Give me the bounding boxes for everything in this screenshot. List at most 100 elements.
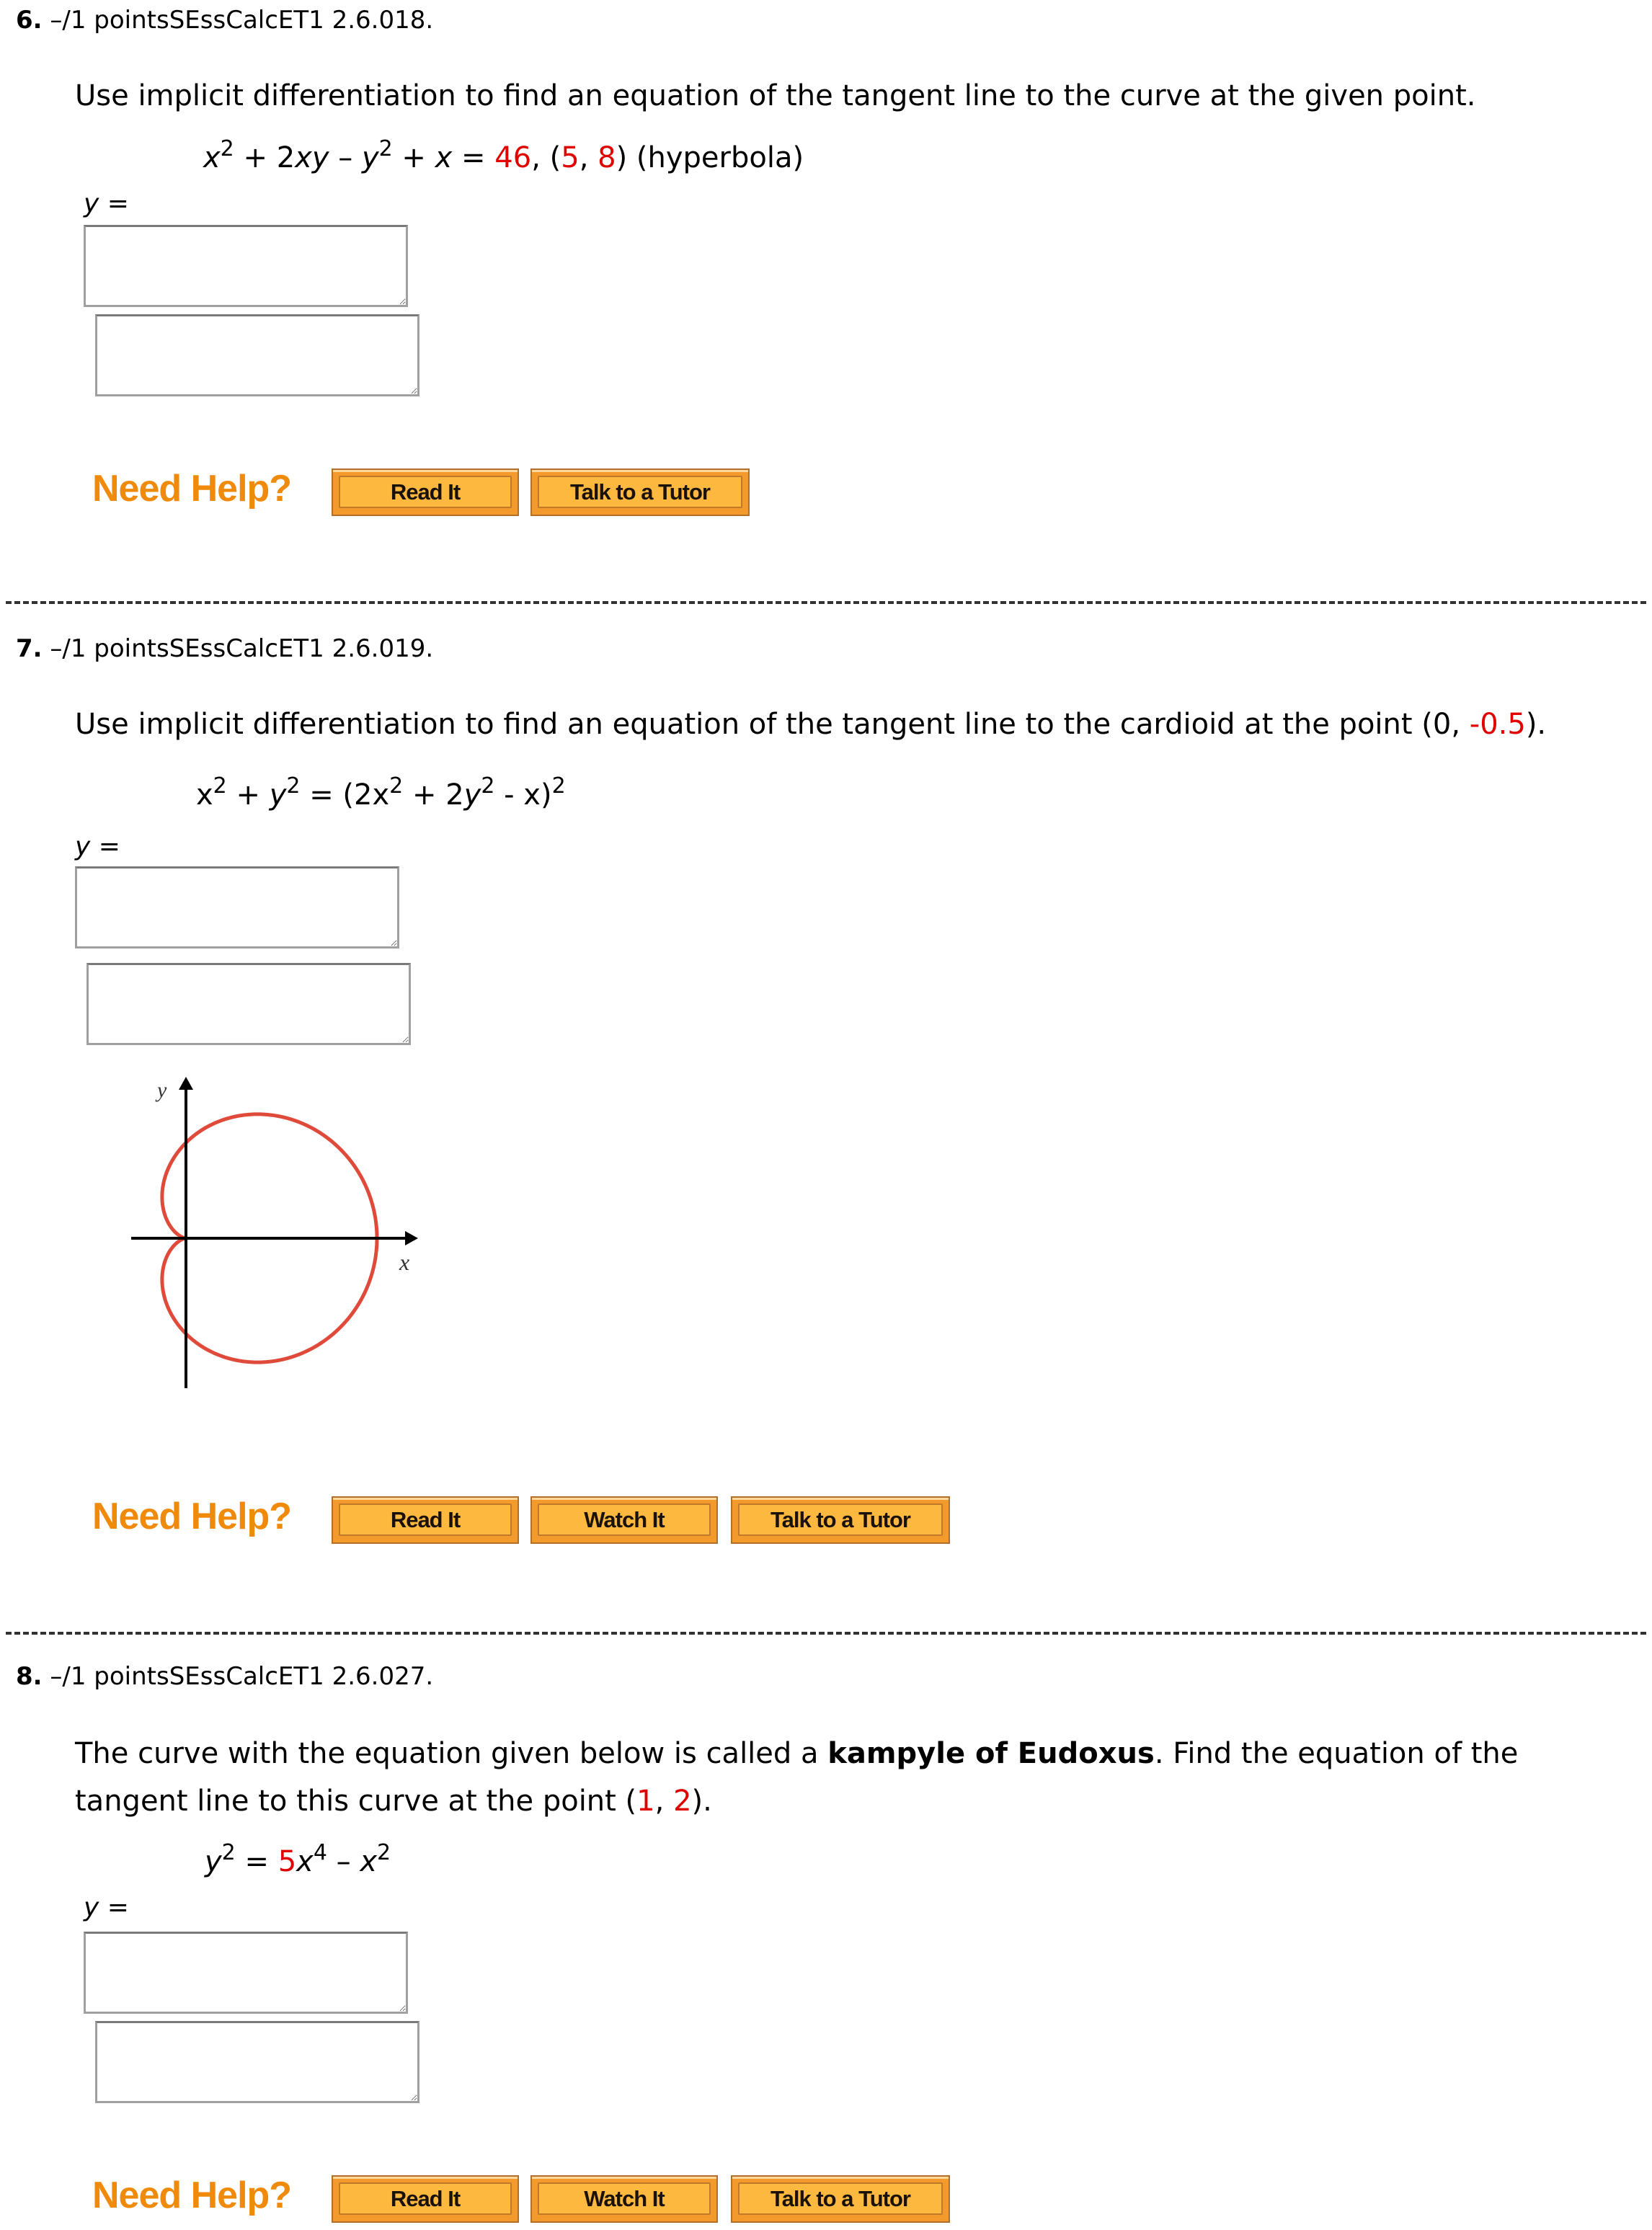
question-6-heading: 6. –/1 pointsSEssCalcET1 2.6.018. (16, 6, 433, 35)
question-6-answer-input-2[interactable] (95, 314, 419, 396)
question-6-prompt: Use implicit differentiation to find an … (75, 79, 1476, 112)
eq-term: + 2 (234, 141, 296, 174)
question-7-heading: 7. –/1 pointsSEssCalcET1 2.6.019. (16, 634, 433, 663)
eq-exp: 2 (213, 773, 227, 799)
eq-exp: 2 (551, 773, 566, 799)
eq-exp: 4 (313, 1840, 327, 1865)
answer-var: y (75, 832, 91, 861)
question-8-answer-label: y = (84, 1893, 129, 1922)
read-it-label: Read It (339, 476, 512, 508)
prompt-text: ). (691, 1785, 712, 1818)
read-it-label: Read It (339, 1503, 512, 1536)
point-x-red: 5 (561, 141, 579, 174)
talk-to-tutor-label: Talk to a Tutor (538, 476, 742, 508)
answer-var: y (84, 189, 99, 218)
read-it-label: Read It (339, 2182, 512, 2215)
eq-op: + (392, 141, 435, 174)
eq-op: = (235, 1845, 278, 1878)
cardioid-figure: y x (131, 1077, 418, 1388)
question-8-watch-it-button[interactable]: Watch It (530, 2175, 718, 2223)
watch-it-label: Watch It (538, 2182, 711, 2215)
question-8-talk-to-tutor-button[interactable]: Talk to a Tutor (731, 2175, 950, 2223)
question-points: –/1 pointsSEssCalcET1 2.6.018. (50, 6, 434, 35)
prompt-text: Use implicit differentiation to find an … (75, 708, 1470, 741)
question-8-heading: 8. –/1 pointsSEssCalcET1 2.6.027. (16, 1662, 433, 1691)
eq-exp: 2 (389, 773, 404, 799)
eq-var: x (523, 778, 541, 812)
x-axis-arrow-icon (405, 1231, 418, 1245)
watch-it-label: Watch It (538, 1503, 711, 1536)
eq-paren: ) (540, 778, 552, 812)
eq-term: + 2 (403, 778, 464, 812)
eq-exp: 2 (220, 136, 234, 161)
question-8-read-it-button[interactable]: Read It (332, 2175, 519, 2223)
question-6-answer-label: y = (84, 189, 129, 218)
eq-value-red: 46 (494, 141, 532, 174)
eq-var: x (372, 778, 390, 812)
eq-var: x (360, 1845, 378, 1878)
eq-exp: 2 (378, 136, 393, 161)
question-8-answer-input-2[interactable] (95, 2021, 419, 2103)
prompt-text: The curve with the equation given below … (75, 1737, 828, 1770)
point-y-red: 2 (673, 1785, 692, 1818)
eq-exp: 2 (481, 773, 495, 799)
question-6-need-help-label: Need Help? (92, 468, 292, 510)
eq-var: y (269, 778, 287, 812)
eq-var: xy (295, 141, 329, 174)
question-8-prompt-line-1: The curve with the equation given below … (75, 1730, 1518, 1777)
question-6-talk-to-tutor-button[interactable]: Talk to a Tutor (530, 468, 750, 516)
question-7-talk-to-tutor-button[interactable]: Talk to a Tutor (731, 1496, 950, 1544)
question-8-answer-input-1[interactable] (84, 1932, 408, 2014)
question-7-answer-label: y = (75, 832, 120, 861)
question-divider (6, 1632, 1646, 1635)
point-x-red: 1 (636, 1785, 655, 1818)
question-points: –/1 pointsSEssCalcET1 2.6.019. (50, 634, 434, 663)
y-axis-label: y (155, 1078, 167, 1102)
prompt-text: . Find the equation of the (1154, 1737, 1519, 1770)
question-6-read-it-button[interactable]: Read It (332, 468, 519, 516)
prompt-text: , (654, 1785, 674, 1818)
question-7-answer-input-1[interactable] (75, 866, 399, 949)
answer-equals: = (99, 189, 129, 218)
question-7-prompt: Use implicit differentiation to find an … (75, 701, 1546, 748)
question-number: 7. (16, 634, 43, 663)
question-7-equation: x2 + y2 = (2x2 + 2y2 - x)2 (196, 773, 566, 812)
question-7-answer-input-2[interactable] (86, 963, 411, 1045)
eq-op: – (329, 141, 362, 174)
prompt-text: ). (1525, 708, 1547, 741)
eq-exp: 2 (221, 1840, 236, 1865)
eq-op: = (452, 141, 495, 174)
question-7-watch-it-button[interactable]: Watch It (530, 1496, 718, 1544)
answer-equals: = (99, 1893, 129, 1922)
question-6-answer-input-1[interactable] (84, 225, 408, 307)
question-8-prompt-line-2: tangent line to this curve at the point … (75, 1777, 712, 1825)
eq-exp: 2 (286, 773, 301, 799)
answer-var: y (84, 1893, 99, 1922)
question-8-equation: y2 = 5x4 – x2 (205, 1840, 391, 1878)
eq-note: ) (hyperbola) (616, 141, 804, 174)
eq-var: x (435, 141, 453, 174)
question-8-need-help-label: Need Help? (92, 2175, 292, 2216)
eq-var: y (205, 1845, 222, 1878)
eq-op: - (494, 778, 524, 812)
eq-punct: , (579, 141, 598, 174)
eq-punct: , ( (531, 141, 561, 174)
talk-to-tutor-label: Talk to a Tutor (738, 2182, 943, 2215)
eq-op: – (327, 1845, 360, 1878)
x-axis-label: x (399, 1249, 409, 1275)
point-y-red: -0.5 (1469, 708, 1526, 741)
question-6-equation: x2 + 2xy – y2 + x = 46, (5, 8) (hyperbol… (203, 136, 804, 174)
question-7-read-it-button[interactable]: Read It (332, 1496, 519, 1544)
y-axis-arrow-icon (179, 1077, 193, 1090)
question-7-need-help-label: Need Help? (92, 1496, 292, 1537)
eq-var: x (296, 1845, 314, 1878)
prompt-text: tangent line to this curve at the point … (75, 1785, 637, 1818)
talk-to-tutor-label: Talk to a Tutor (738, 1503, 943, 1536)
question-number: 8. (16, 1662, 43, 1691)
eq-var: x (196, 778, 213, 812)
eq-var: x (203, 141, 221, 174)
eq-exp: 2 (377, 1840, 391, 1865)
eq-var: y (361, 141, 379, 174)
answer-equals: = (90, 832, 120, 861)
eq-var: y (463, 778, 481, 812)
